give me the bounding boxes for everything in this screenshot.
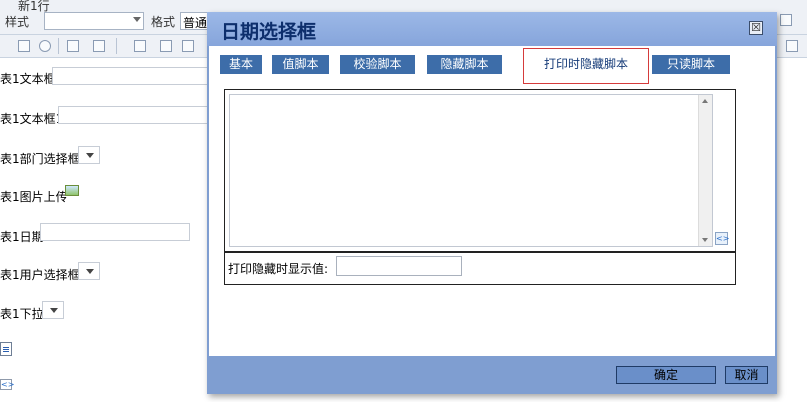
form-row: 表1部门选择框 (0, 150, 80, 167)
tab-validation-script[interactable]: 校验脚本 (340, 55, 415, 74)
toolbar-more-icon[interactable] (786, 40, 798, 52)
form-row-label: 表1文本框1 (0, 112, 64, 126)
link-control-icon[interactable] (182, 40, 194, 52)
scrollbar[interactable] (698, 95, 712, 246)
toolbar-divider (58, 38, 59, 54)
format-label: 格式 (151, 15, 176, 29)
close-icon[interactable]: ☒ (749, 21, 763, 35)
form-text-input[interactable] (52, 67, 212, 85)
script-panel: <> 打印隐藏时显示值: (224, 89, 736, 285)
dropdown-select[interactable] (42, 301, 64, 319)
form-date-input[interactable] (40, 223, 190, 241)
date-picker-dialog: 日期选择框 ☒ 基本 值脚本 校验脚本 隐藏脚本 打印时隐藏脚本 只读脚本 <>… (207, 12, 777, 394)
form-row-label: 表1日期 (0, 230, 44, 244)
print-hide-label: 打印隐藏时显示值: (228, 262, 329, 276)
tab-basic[interactable]: 基本 (220, 55, 262, 74)
dialog-footer: 确定 取消 (207, 356, 777, 394)
grid-control-icon[interactable] (160, 40, 172, 52)
image-upload-icon[interactable] (65, 185, 79, 196)
checkbox-control-icon[interactable] (18, 40, 30, 52)
form-row: 表1下拉 (0, 305, 44, 322)
cancel-button[interactable]: 取消 (725, 366, 768, 384)
ok-button[interactable]: 确定 (616, 366, 716, 384)
textarea-control-icon[interactable] (93, 40, 105, 52)
form-row: 表1图片上传 (0, 188, 68, 205)
dialog-title: 日期选择框 (221, 21, 317, 43)
form-row-label: 表1下拉 (0, 307, 44, 321)
form-row: 表1文本框 (0, 70, 56, 87)
form-row-label: 表1部门选择框 (0, 152, 80, 166)
chevron-down-icon (86, 269, 94, 274)
print-hide-value-input[interactable] (336, 256, 462, 276)
textfield-control-icon[interactable] (67, 40, 79, 52)
scroll-up-icon[interactable] (702, 99, 708, 103)
code-icon[interactable]: <> (0, 379, 14, 390)
form-row: 表1用户选择框 (0, 266, 80, 283)
form-row-label: 表1用户选择框 (0, 268, 80, 282)
tab-value-script[interactable]: 值脚本 (272, 55, 329, 74)
tab-print-hide-script[interactable]: 打印时隐藏脚本 (523, 48, 649, 84)
format-select[interactable]: 普通 (180, 12, 208, 30)
form-row: 表1日期 (0, 228, 44, 245)
radio-control-icon[interactable] (39, 40, 51, 52)
chevron-down-icon (50, 308, 58, 313)
form-row-label: 表1文本框 (0, 72, 56, 86)
user-select[interactable] (78, 262, 100, 280)
divider (225, 251, 735, 253)
toolbar-divider (116, 38, 117, 54)
chevron-down-icon (86, 153, 94, 158)
tab-readonly-script[interactable]: 只读脚本 (652, 55, 730, 74)
dialog-body: 基本 值脚本 校验脚本 隐藏脚本 打印时隐藏脚本 只读脚本 <> 打印隐藏时显示… (209, 46, 775, 356)
style-label: 样式 (5, 15, 30, 29)
table-control-icon[interactable] (134, 40, 146, 52)
form-row: 表1文本框1 (0, 110, 63, 127)
document-icon[interactable] (0, 342, 12, 356)
format-select-value: 普通 (183, 16, 208, 30)
form-row-label: 表1图片上传 (0, 190, 68, 204)
style-select[interactable] (44, 12, 144, 30)
expand-editor-icon[interactable]: <> (715, 232, 729, 245)
form-text-input[interactable] (58, 106, 212, 124)
dialog-titlebar: 日期选择框 ☒ (207, 12, 777, 46)
toolbar-button-icon[interactable] (780, 14, 792, 26)
scroll-down-icon[interactable] (702, 238, 708, 242)
department-select[interactable] (78, 146, 100, 164)
script-textarea[interactable] (229, 94, 713, 247)
tab-hide-script[interactable]: 隐藏脚本 (427, 55, 502, 74)
chevron-down-icon (133, 17, 141, 22)
